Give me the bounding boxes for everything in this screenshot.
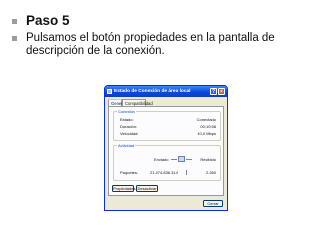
help-button[interactable]: ? [210,88,217,95]
packets-label: Paquetes: [120,170,139,175]
step-title: Paso 5 [26,13,70,28]
connection-status-dialog: Estado de Conexión de área local ? × Gen… [104,85,228,211]
slide-bullets: Paso 5 Pulsamos el botón propiedades en … [10,12,315,58]
status-value: Conectado [196,117,216,122]
received-label: Recibido [200,157,216,162]
sent-label: Enviado [154,157,169,162]
received-line [186,159,192,160]
packets-received-value: 2.260 [205,170,216,175]
close-button[interactable]: Cerrar [203,200,223,207]
tab-compatibility[interactable]: Compatibilidad [122,99,153,106]
network-connection-icon [107,89,112,94]
status-label: Estado: [120,117,134,122]
connection-legend: Conexión [117,109,136,114]
properties-button[interactable]: Propiedades [112,185,135,192]
duration-value: 00:10:58 [200,124,216,129]
network-activity-icon [178,156,185,162]
connection-group: Conexión Estado: Conectado Duración: 00:… [113,109,221,141]
tab-panel-general: Conexión Estado: Conectado Duración: 00:… [108,106,224,196]
bullet-step-description: Pulsamos el botón propiedades en la pant… [10,32,315,58]
duration-label: Duración: [120,124,138,129]
activity-group: Actividad Enviado Recibido Paquetes: 21.… [113,143,221,181]
speed-value: 10,0 Mbps [197,131,216,136]
bullet-step-title: Paso 5 [10,12,315,30]
close-window-button[interactable]: × [218,88,225,95]
packets-separator [186,170,187,175]
disable-button[interactable]: Desactivar [136,185,158,192]
bullet-marker-icon [12,36,17,41]
sent-line [171,159,177,160]
bullet-marker-icon [12,19,17,24]
activity-legend: Actividad [117,143,136,148]
step-description: Pulsamos el botón propiedades en la pant… [26,32,275,57]
packets-sent-value: 21.474.836.314 [150,170,178,175]
dialog-title: Estado de Conexión de área local [114,89,191,94]
speed-label: Velocidad: [120,131,139,136]
dialog-titlebar[interactable]: Estado de Conexión de área local ? × [105,86,227,97]
